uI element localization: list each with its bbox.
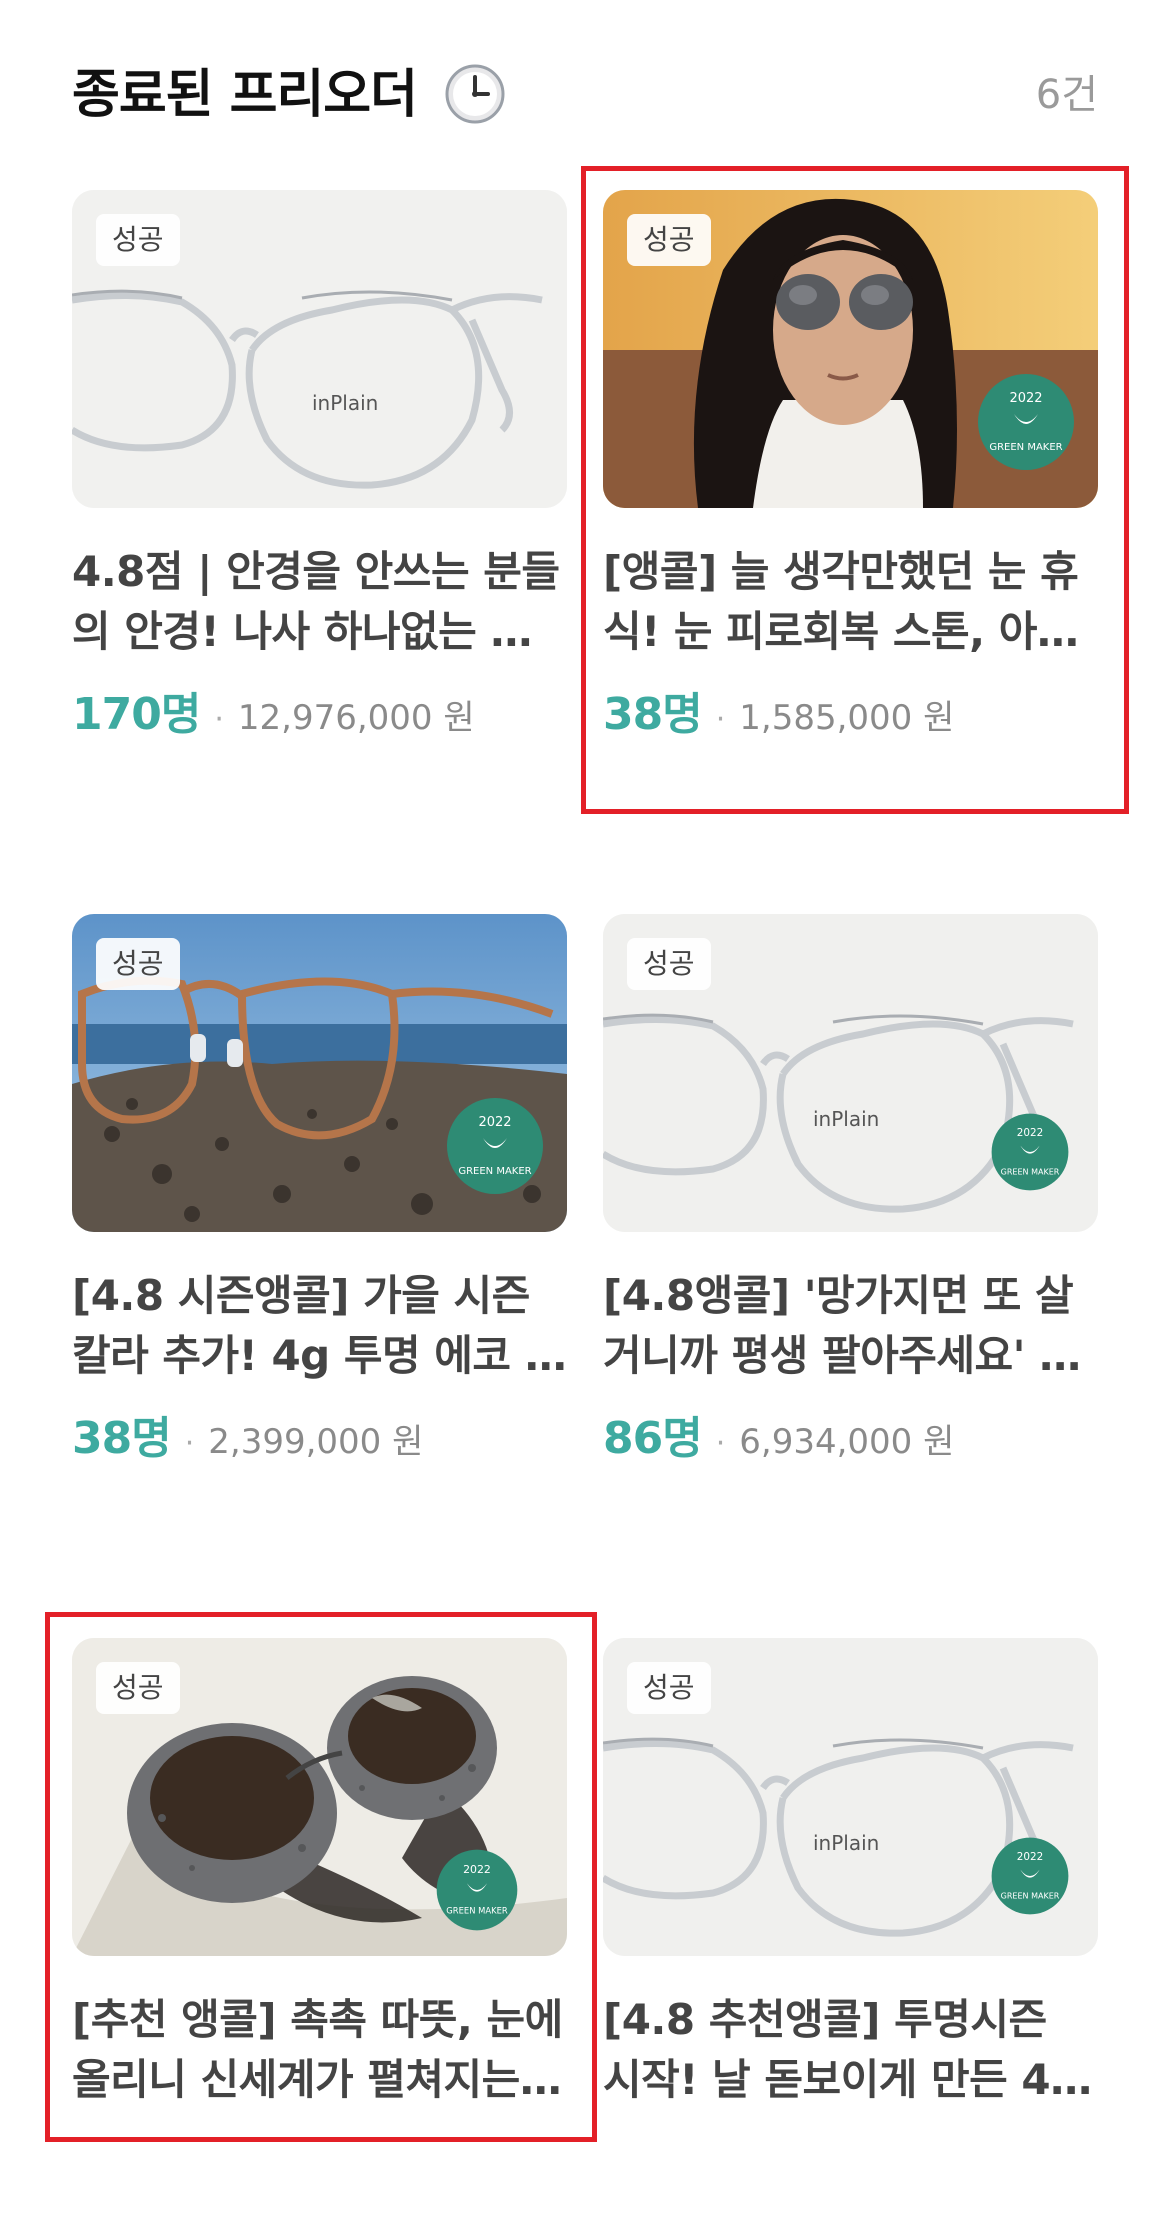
preorder-card[interactable]: inPlain 성공 4.8점 | 안경을 안쓰는 분들의 안경! 나사 하나없… [72,190,567,770]
green-maker-icon: 2022 GREEN MAKER [991,1837,1069,1915]
card-title[interactable]: [4.8앵콜] '망가지면 또 살 거니까 평생 팔아주세요' 투명 안경 [603,1266,1098,1386]
green-maker-year: 2022 [1017,1127,1043,1139]
section-header: 종료된 프리오더 6건 [72,60,1098,130]
backer-count: 38명 [603,689,703,740]
brand-mark: inPlain [312,391,378,415]
card-stats: 38명 · 2,399,000 원 [72,1414,567,1464]
green-maker-year: 2022 [1017,1851,1043,1863]
status-badge: 성공 [627,214,711,266]
result-count: 6건 [1035,72,1098,118]
card-title[interactable]: [추천 앵콜] 촉촉 따뜻, 눈에 올리니 신세계가 펼쳐지는 아이스톤 [72,1990,567,2110]
green-maker-icon: 2022 GREEN MAKER [978,374,1074,470]
status-badge: 성공 [96,1662,180,1714]
green-maker-text: GREEN MAKER [446,1906,508,1916]
card-stats: 86명 · 6,934,000 원 [603,1414,1098,1464]
green-maker-text: GREEN MAKER [989,442,1062,453]
separator-dot: · [715,702,726,737]
green-maker-icon: 2022 GREEN MAKER [991,1113,1069,1191]
status-badge: 성공 [627,1662,711,1714]
status-badge: 성공 [627,938,711,990]
clock-icon [445,64,505,124]
green-maker-year: 2022 [478,1115,511,1130]
brand-mark: inPlain [813,1107,879,1131]
card-title[interactable]: 4.8점 | 안경을 안쓰는 분들의 안경! 나사 하나없는 초경량 투명 안경 [72,542,567,662]
card-title[interactable]: [앵콜] 늘 생각만했던 눈 휴식! 눈 피로회복 스톤, 아이스톤 [603,542,1098,662]
preorder-card[interactable]: inPlain 성공 2022 GREEN MAKER [4.8앵콜] '망가지… [603,914,1098,1494]
funding-amount: 12,976,000 원 [237,698,475,738]
backer-count: 38명 [72,1413,172,1464]
green-maker-icon: 2022 GREEN MAKER [436,1849,518,1931]
backer-count: 86명 [603,1413,703,1464]
preorder-card[interactable]: 성공 2022 GREEN MAKER [앵콜] 늘 생각만했던 눈 휴식! 눈… [603,190,1098,770]
section-title: 종료된 프리오더 [72,60,506,130]
funding-amount: 1,585,000 원 [739,698,955,738]
funding-amount: 2,399,000 원 [208,1422,424,1462]
card-thumbnail: inPlain 성공 [72,190,567,508]
green-maker-year: 2022 [463,1863,491,1876]
separator-dot: · [214,702,224,737]
status-badge: 성공 [96,938,180,990]
card-thumbnail: inPlain 성공 2022 GREEN MAKER [603,914,1098,1232]
green-maker-text: GREEN MAKER [458,1166,531,1177]
section-title-text: 종료된 프리오더 [72,65,418,125]
card-stats: 38명 · 1,585,000 원 [603,690,1098,740]
separator-dot: · [715,1426,726,1461]
green-maker-year: 2022 [1009,391,1042,406]
green-maker-text: GREEN MAKER [1001,1167,1060,1176]
card-thumbnail: 성공 2022 GREEN MAKER [72,1638,567,1956]
card-title[interactable]: [4.8 시즌앵콜] 가을 시즌 칼라 추가! 4g 투명 에코 안경 [72,1266,567,1386]
green-maker-icon: 2022 GREEN MAKER [447,1098,543,1194]
separator-dot: · [184,1426,195,1461]
backer-count: 170명 [72,689,201,740]
funding-amount: 6,934,000 원 [739,1422,955,1462]
card-thumbnail: 성공 2022 GREEN MAKER [72,914,567,1232]
card-title[interactable]: [4.8 추천앵콜] 투명시즌 시작! 날 돋보이게 만든 4g 안경 [603,1990,1098,2110]
card-stats: 170명 · 12,976,000 원 [72,690,567,740]
card-thumbnail: inPlain 성공 2022 GREEN MAKER [603,1638,1098,1956]
preorder-card[interactable]: inPlain 성공 2022 GREEN MAKER [4.8 추천앵콜] 투… [603,1638,1098,2218]
preorder-card[interactable]: 성공 2022 GREEN MAKER [추천 앵콜] 촉촉 따뜻, 눈에 올리… [72,1638,567,2218]
status-badge: 성공 [96,214,180,266]
preorder-card[interactable]: 성공 2022 GREEN MAKER [4.8 시즌앵콜] 가을 시즌 칼라 … [72,914,567,1494]
card-thumbnail: 성공 2022 GREEN MAKER [603,190,1098,508]
green-maker-text: GREEN MAKER [1001,1891,1060,1900]
brand-mark: inPlain [813,1831,879,1855]
